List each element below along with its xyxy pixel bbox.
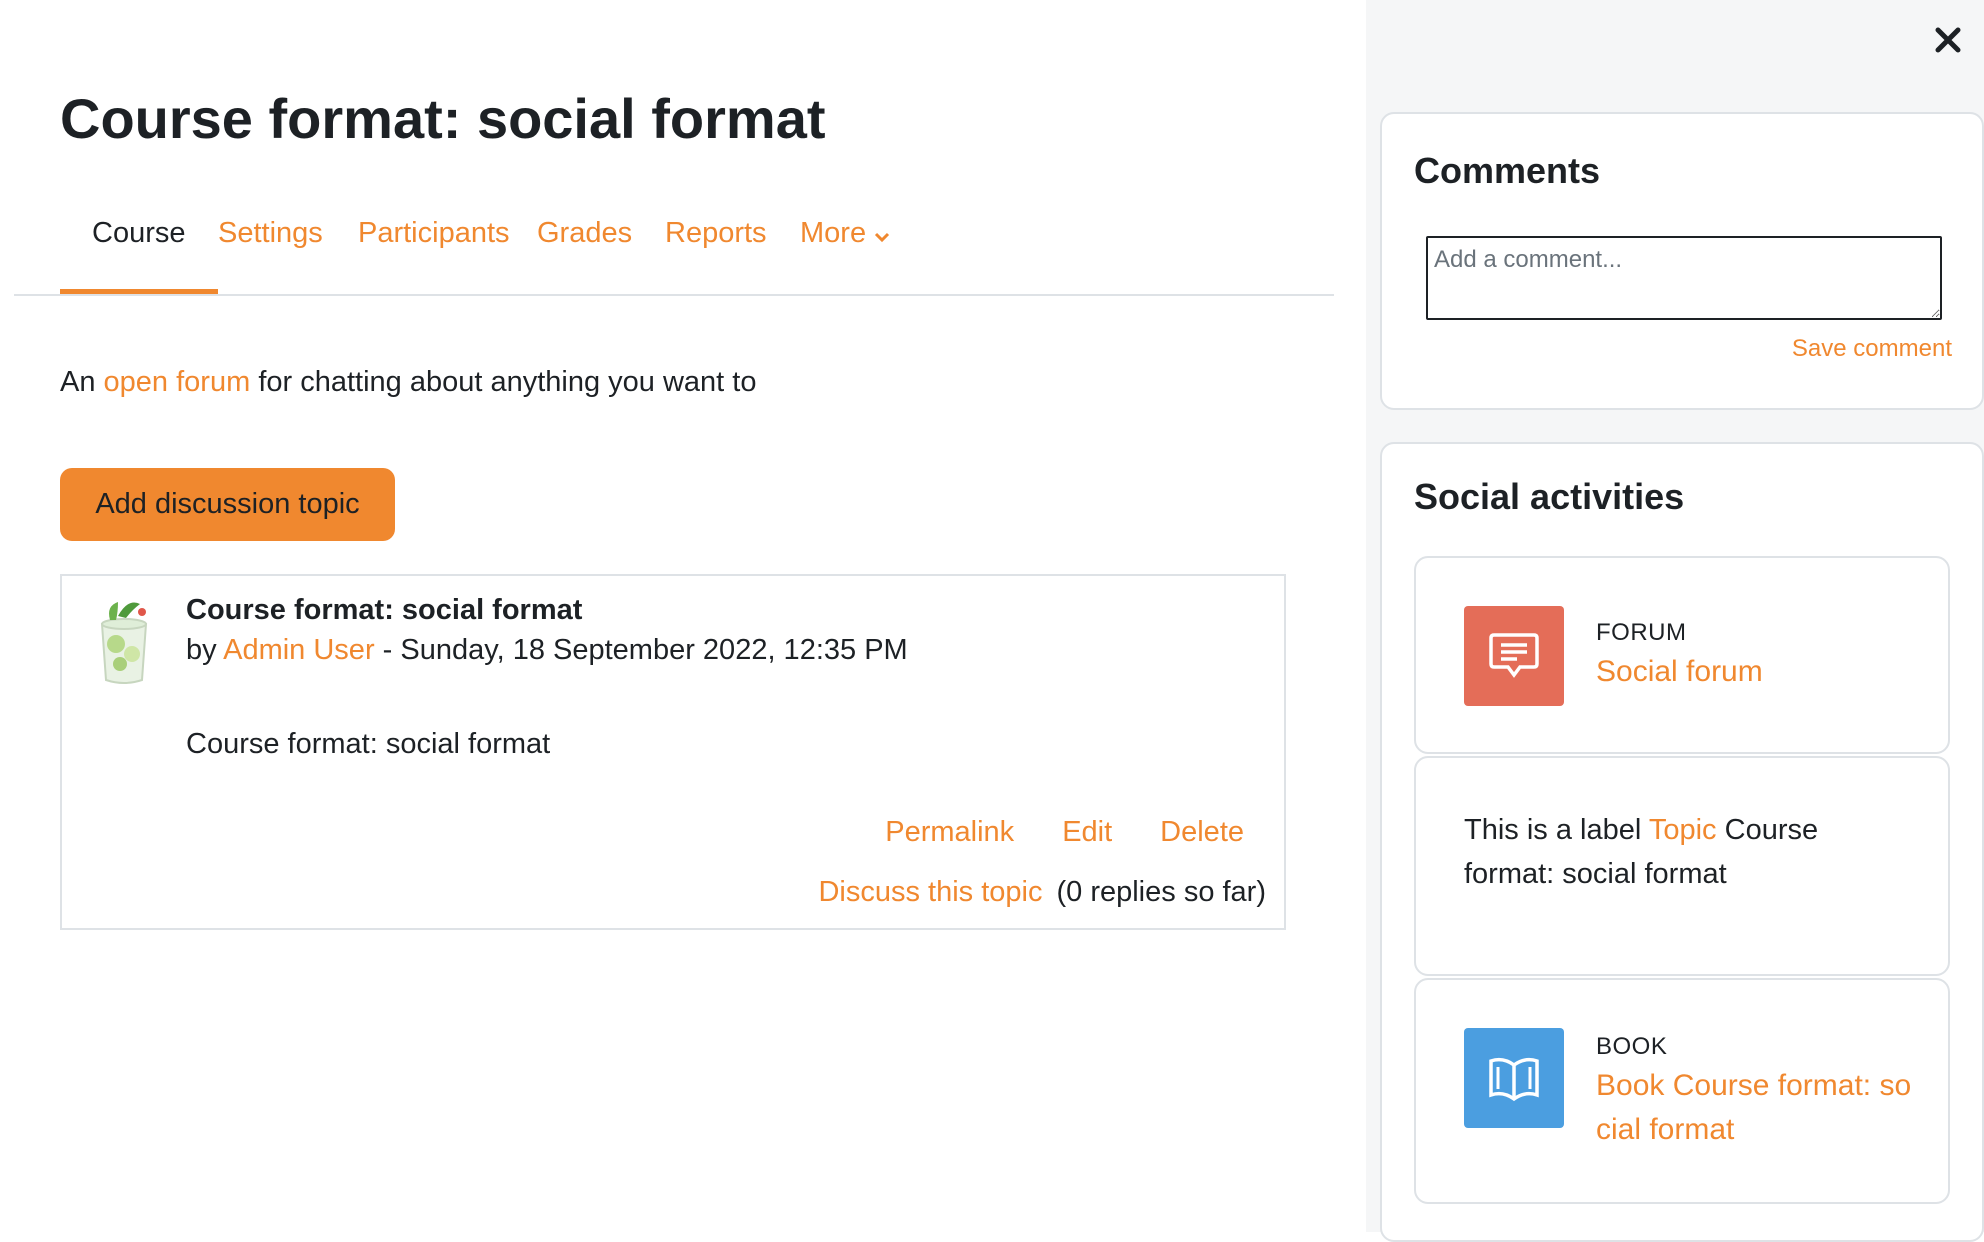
activity-card-forum: FORUM Social forum bbox=[1414, 556, 1950, 754]
add-discussion-topic-button[interactable]: Add discussion topic bbox=[60, 468, 395, 541]
save-comment-link[interactable]: Save comment bbox=[1792, 332, 1952, 366]
activity-card-book: BOOK Book Course format: social format bbox=[1414, 978, 1950, 1204]
intro-prefix: An bbox=[60, 366, 96, 398]
post-date: - Sunday, 18 September 2022, 12:35 PM bbox=[382, 634, 908, 666]
main-region: Course format: social format Course Sett… bbox=[0, 0, 1366, 1232]
book-icon bbox=[1464, 1028, 1564, 1128]
open-forum-link[interactable]: open forum bbox=[104, 366, 251, 398]
block-drawer: Comments Save comment Social activities … bbox=[1366, 0, 1984, 1242]
post-footer: Discuss this topic (0 replies so far) bbox=[818, 872, 1266, 912]
secondary-navigation: Course Settings Participants Grades Repo… bbox=[14, 200, 1334, 296]
label-text: This is a label Topic Course format: soc… bbox=[1464, 808, 1904, 896]
book-type-label: BOOK bbox=[1596, 1033, 1668, 1060]
forum-icon bbox=[1464, 606, 1564, 706]
label-prefix: This is a label bbox=[1464, 814, 1642, 846]
permalink-link[interactable]: Permalink bbox=[885, 816, 1014, 848]
author-link[interactable]: Admin User bbox=[223, 634, 375, 666]
social-activities-block: Social activities FORUM Social forum Thi… bbox=[1380, 442, 1984, 1242]
post-body: Course format: social format bbox=[186, 728, 551, 760]
discuss-topic-link[interactable]: Discuss this topic bbox=[818, 876, 1042, 908]
edit-link[interactable]: Edit bbox=[1062, 816, 1112, 848]
post-byline: by Admin User - Sunday, 18 September 202… bbox=[186, 630, 908, 670]
comments-block: Comments Save comment bbox=[1380, 112, 1984, 410]
forum-intro: An open forum for chatting about anythin… bbox=[60, 360, 756, 404]
close-drawer-button[interactable] bbox=[1928, 20, 1968, 60]
forum-post: Course format: social format by Admin Us… bbox=[60, 574, 1286, 930]
chevron-down-icon bbox=[874, 201, 890, 267]
comment-input[interactable] bbox=[1426, 236, 1942, 320]
page-title: Course format: social format bbox=[60, 87, 826, 150]
byline-by: by bbox=[186, 634, 217, 666]
tab-more[interactable]: More bbox=[768, 200, 922, 292]
forum-type-label: FORUM bbox=[1596, 619, 1687, 646]
topic-link[interactable]: Topic bbox=[1649, 814, 1717, 846]
book-link[interactable]: Book Course format: social format bbox=[1596, 1064, 1916, 1152]
tab-more-label: More bbox=[800, 217, 867, 249]
close-icon bbox=[1928, 27, 1968, 64]
social-activities-title: Social activities bbox=[1414, 476, 1685, 517]
intro-suffix: for chatting about anything you want to bbox=[258, 366, 757, 398]
post-commands: Permalink Edit Delete bbox=[837, 812, 1244, 852]
comments-title: Comments bbox=[1414, 150, 1601, 191]
replies-count: (0 replies so far) bbox=[1056, 876, 1266, 908]
delete-link[interactable]: Delete bbox=[1160, 816, 1244, 848]
avatar bbox=[88, 594, 160, 686]
social-forum-link[interactable]: Social forum bbox=[1596, 650, 1916, 694]
post-subject: Course format: social format bbox=[186, 594, 583, 626]
activity-card-label: This is a label Topic Course format: soc… bbox=[1414, 756, 1950, 976]
